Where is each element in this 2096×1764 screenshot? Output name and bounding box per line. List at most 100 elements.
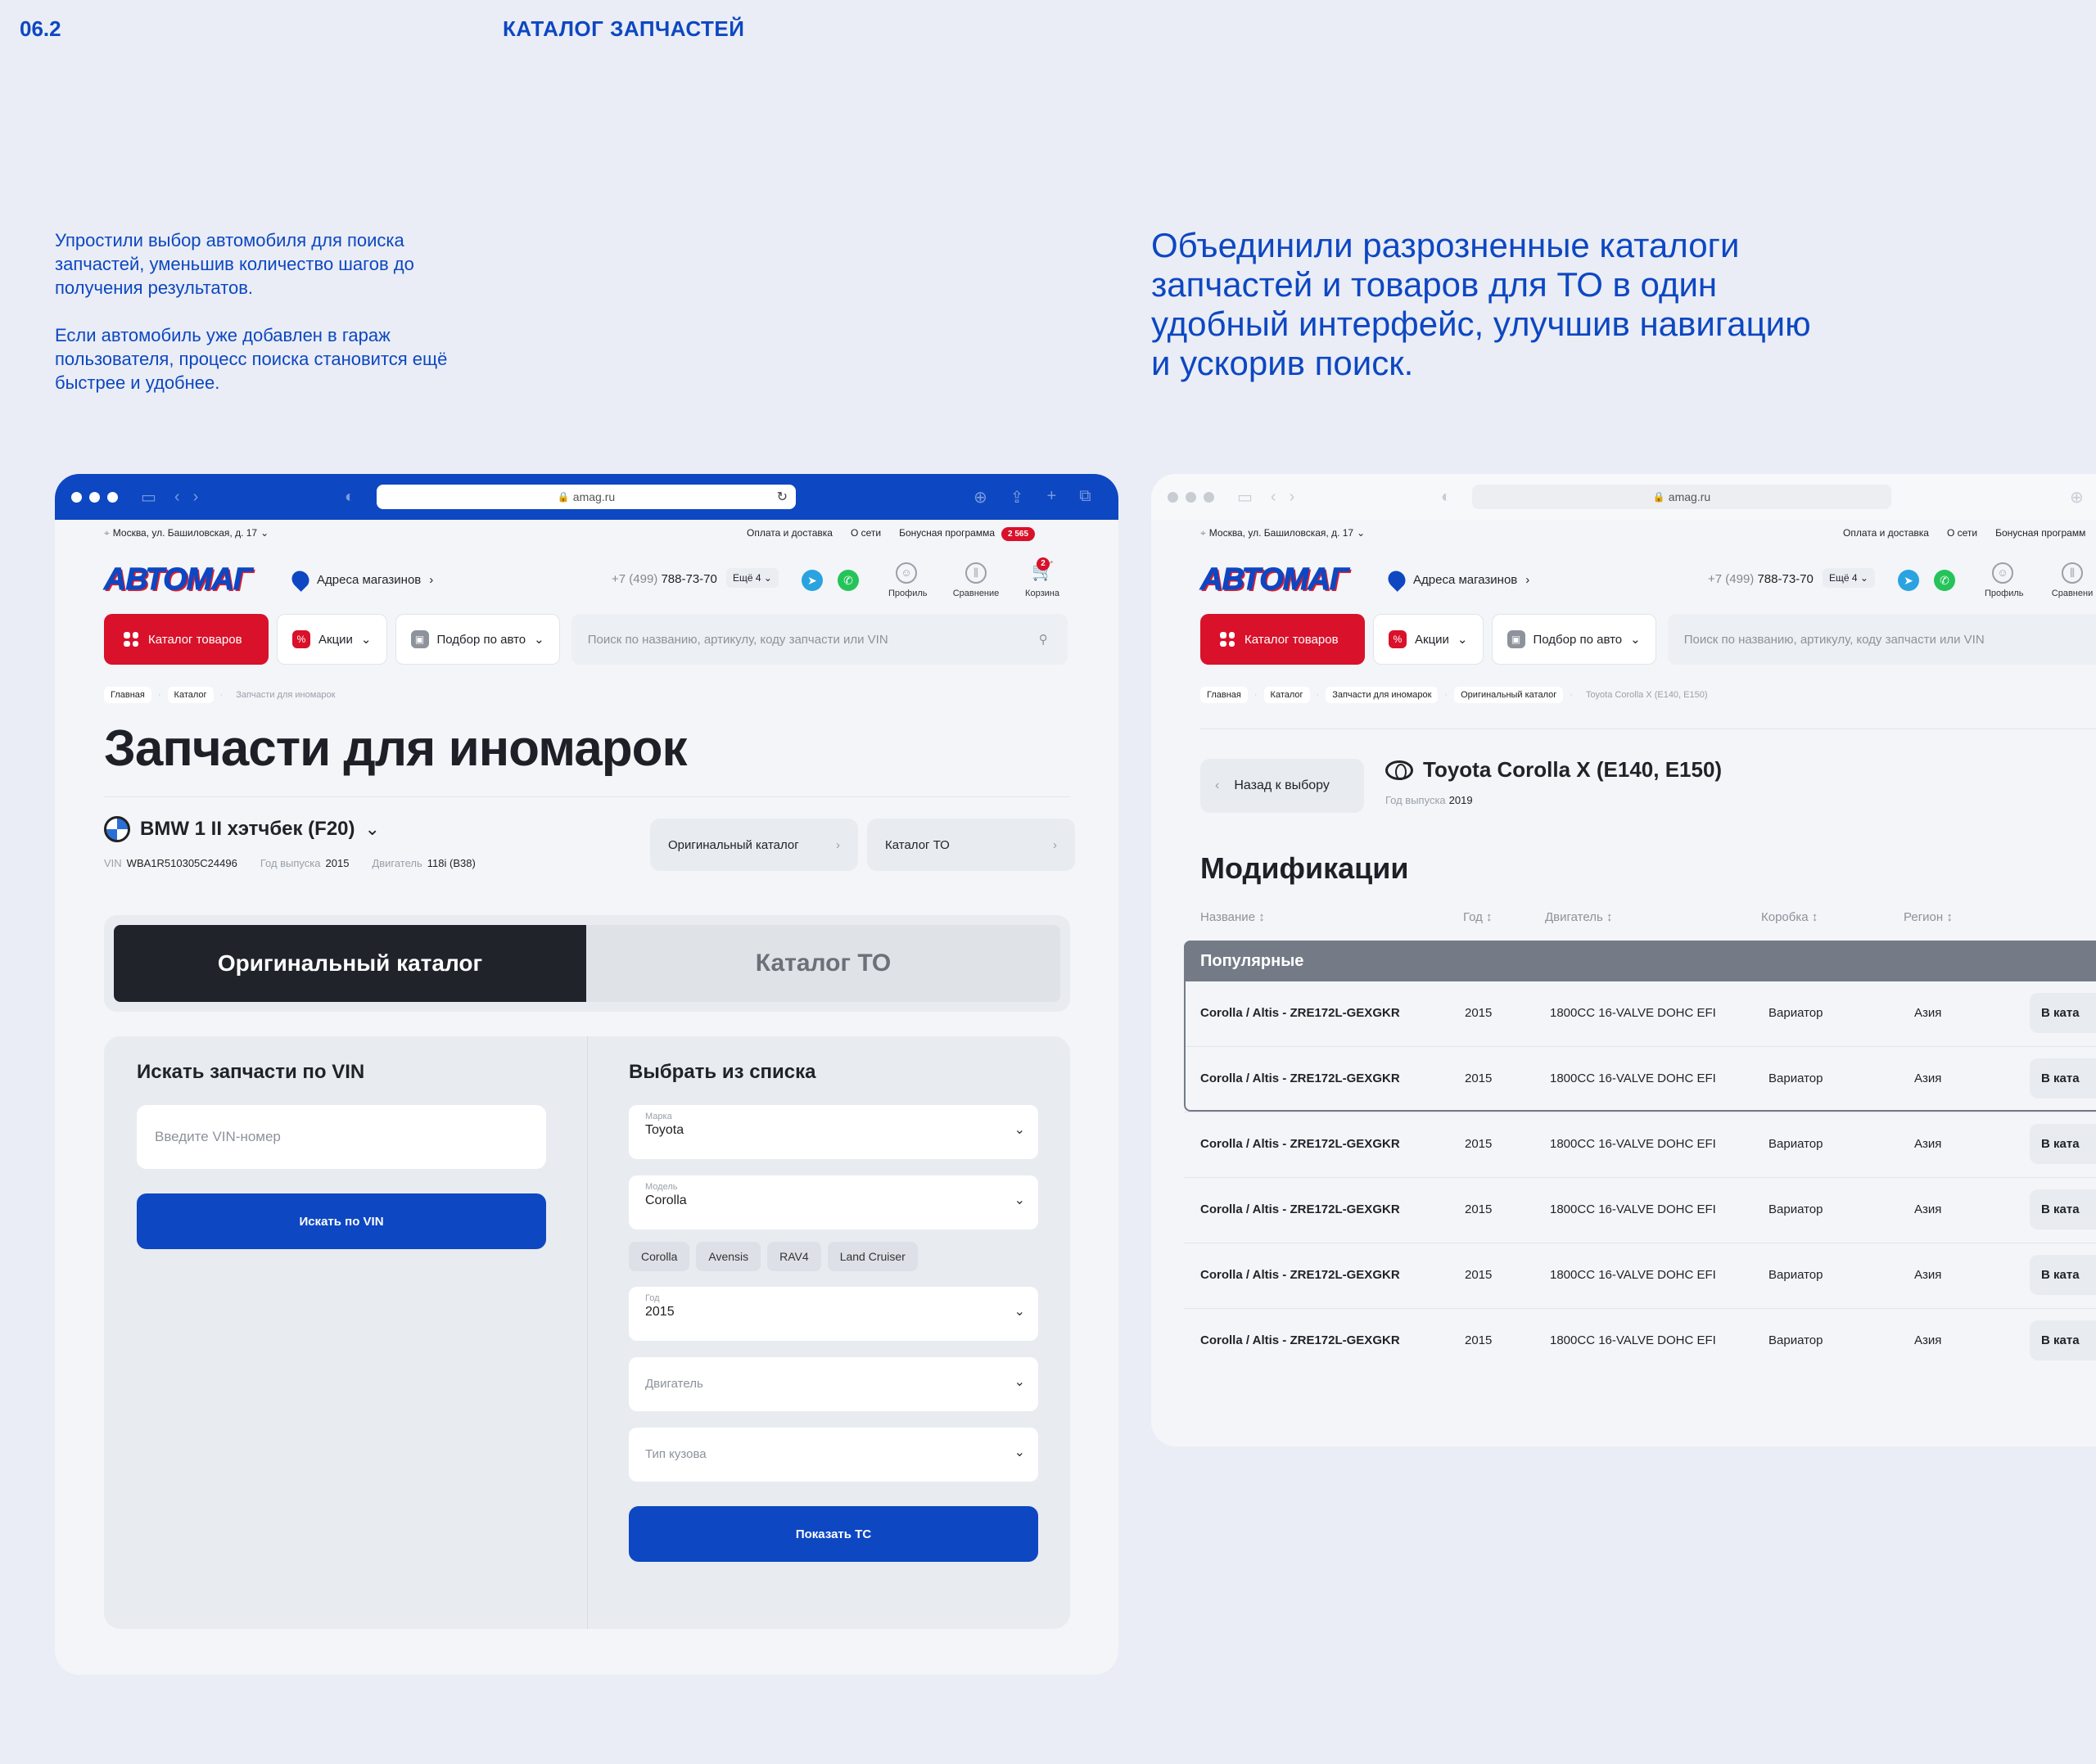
forward-arrow-icon[interactable]: › [1290,488,1295,507]
delivery-link[interactable]: Оплата и доставка [1843,527,1929,539]
table-row[interactable]: Corolla / Altis - ZRE172L-GEXGKR 2015 1800… [1184,1309,2096,1374]
year-select[interactable]: Год 2015 ⌄ [629,1287,1038,1341]
forward-arrow-icon[interactable]: › [193,488,199,507]
to-catalog-button[interactable]: В ката [2030,1124,2096,1164]
chip-corolla[interactable]: Corolla [629,1242,690,1271]
col-year[interactable]: Год ↕ [1463,910,1493,924]
to-catalog-button[interactable]: В ката [2030,1320,2096,1360]
engine-select[interactable]: Двигатель ⌄ [629,1357,1038,1411]
chevron-right-icon: › [1525,572,1530,587]
back-to-selection-button[interactable]: ‹ Назад к выбору [1200,759,1364,813]
window-controls[interactable] [1168,491,1214,503]
vin-search-button[interactable]: Искать по VIN [137,1193,546,1249]
shield-icon: ◐ [1441,487,1452,506]
body-type-select[interactable]: Тип кузова ⌄ [629,1428,1038,1482]
phone[interactable]: +7 (499) 788-73-70 [612,572,717,586]
profile-button[interactable]: ☺ Профиль [1985,562,2024,598]
crumb-foreign-parts[interactable]: Запчасти для иномарок [1326,687,1439,703]
col-name[interactable]: Название ↕ [1200,910,1265,924]
promo-button[interactable]: % Акции ⌄ [277,614,387,665]
logo[interactable]: АВТОМАГ [1199,562,1348,598]
col-engine[interactable]: Двигатель ↕ [1545,910,1612,924]
chip-land-cruiser[interactable]: Land Cruiser [827,1242,918,1271]
compare-button[interactable]: ⫼ Сравнение [949,562,1003,598]
address-bar[interactable]: 🔒 amag.ru ↻ [377,485,796,509]
col-gearbox[interactable]: Коробка ↕ [1761,910,1818,924]
tabs-icon[interactable]: ⧉ [1079,487,1091,508]
city-address[interactable]: Москва, ул. Башиловская, д. 17 [113,527,257,539]
window-controls[interactable] [71,491,118,503]
search-input[interactable]: Поиск по названию, артикулу, коду запчас… [1667,614,2096,665]
sidebar-icon[interactable]: ▭ [1237,487,1253,508]
catalog-button[interactable]: Каталог товаров [104,614,269,665]
catalog-button[interactable]: Каталог товаров [1200,614,1365,665]
to-catalog-button[interactable]: Каталог ТО › [867,819,1075,871]
table-row[interactable]: Corolla / Altis - ZRE172L-GEXGKR 2015 1800… [1184,1112,2096,1178]
crumb-catalog[interactable]: Каталог [167,687,214,703]
col-region[interactable]: Регион ↕ [1904,910,1953,924]
tab-to-catalog[interactable]: Каталог ТО [586,925,1060,1002]
search-input[interactable]: Поиск по названию, артикулу, коду запчас… [571,614,1068,665]
original-catalog-button[interactable]: Оригинальный каталог › [650,819,858,871]
profile-button[interactable]: ☺ Профиль [888,562,928,598]
brand-select[interactable]: Марка Toyota ⌄ [629,1105,1038,1159]
tab-original-catalog[interactable]: Оригинальный каталог [114,925,586,1002]
table-row[interactable]: Corolla / Altis - ZRE172L-GEXGKR 2015 1800… [1184,1243,2096,1309]
delivery-link[interactable]: Оплата и доставка [747,527,833,539]
model-select[interactable]: Модель Corolla ⌄ [629,1175,1038,1229]
about-link[interactable]: О сети [1947,527,1977,539]
crumb-catalog[interactable]: Каталог [1263,687,1310,703]
reload-icon[interactable]: ↻ [777,489,788,505]
vin-input[interactable]: Введите VIN-номер [137,1105,546,1169]
bonus-link[interactable]: Бонусная программ [1995,527,2085,539]
section-number: 06.2 [20,16,61,41]
bonus-link[interactable]: Бонусная программа 2 565 [899,527,1036,541]
crumb-original-catalog[interactable]: Оригинальный каталог [1454,687,1564,703]
sidebar-icon[interactable]: ▭ [141,487,156,508]
whatsapp-icon[interactable]: ✆ [1934,570,1955,591]
cart-button[interactable]: 🛒 2 Корзина [1019,557,1065,598]
back-arrow-icon[interactable]: ‹ [1271,488,1276,507]
phone[interactable]: +7 (499) 788-73-70 [1708,572,1814,586]
stores-link[interactable]: Адреса магазинов › [1385,567,1530,592]
chip-rav4[interactable]: RAV4 [767,1242,821,1271]
download-icon[interactable]: ⊕ [2070,487,2084,508]
by-car-button[interactable]: ▣ Подбор по авто ⌄ [1491,614,1656,665]
chevron-down-icon: ⌄ [1014,1123,1025,1137]
telegram-icon[interactable]: ➤ [1898,570,1919,591]
page-title: Запчасти для иномарок [104,720,687,777]
breadcrumb: Главная · Каталог · Запчасти для иномаро… [104,687,341,703]
chip-avensis[interactable]: Avensis [696,1242,761,1271]
back-arrow-icon[interactable]: ‹ [174,488,180,507]
panel-divider [587,1036,588,1629]
city-address[interactable]: Москва, ул. Башиловская, д. 17 [1209,527,1353,539]
to-catalog-button[interactable]: В ката [2030,1189,2096,1229]
crumb-current: Запчасти для иномарок [236,690,336,700]
share-icon[interactable]: ⇪ [1010,487,1024,508]
crumb-home[interactable]: Главная [1200,687,1248,703]
address-bar[interactable]: 🔒 amag.ru [1472,485,1891,509]
show-vehicles-button[interactable]: Показать ТС [629,1506,1038,1562]
selected-car[interactable]: BMW 1 II хэтчбек (F20) ⌄ [104,816,380,842]
more-phones[interactable]: Ещё 4 ⌄ [726,568,779,588]
crumb-home[interactable]: Главная [104,687,151,703]
whatsapp-icon[interactable]: ✆ [838,570,859,591]
promo-button[interactable]: % Акции ⌄ [1373,614,1484,665]
by-car-button[interactable]: ▣ Подбор по авто ⌄ [395,614,560,665]
download-icon[interactable]: ⊕ [973,487,987,508]
table-row[interactable]: Corolla / Altis - ZRE172L-GEXGKR 2015 1800… [1184,1178,2096,1243]
popular-group-frame [1184,941,2096,1112]
compare-button[interactable]: ⫼ Сравнени [2045,562,2096,598]
stores-link[interactable]: Адреса магазинов › [288,567,433,592]
grid-icon [124,632,138,647]
chevron-right-icon: › [836,837,840,852]
search-icon[interactable]: ⚲ [1039,632,1048,647]
telegram-icon[interactable]: ➤ [802,570,823,591]
more-phones[interactable]: Ещё 4 ⌄ [1823,568,1875,588]
about-link[interactable]: О сети [851,527,881,539]
logo[interactable]: АВТОМАГ [103,562,252,598]
chevron-down-icon: ⌄ [1014,1305,1025,1319]
new-tab-icon[interactable]: + [1047,487,1057,508]
store-pin-icon [1385,567,1409,592]
to-catalog-button[interactable]: В ката [2030,1255,2096,1295]
